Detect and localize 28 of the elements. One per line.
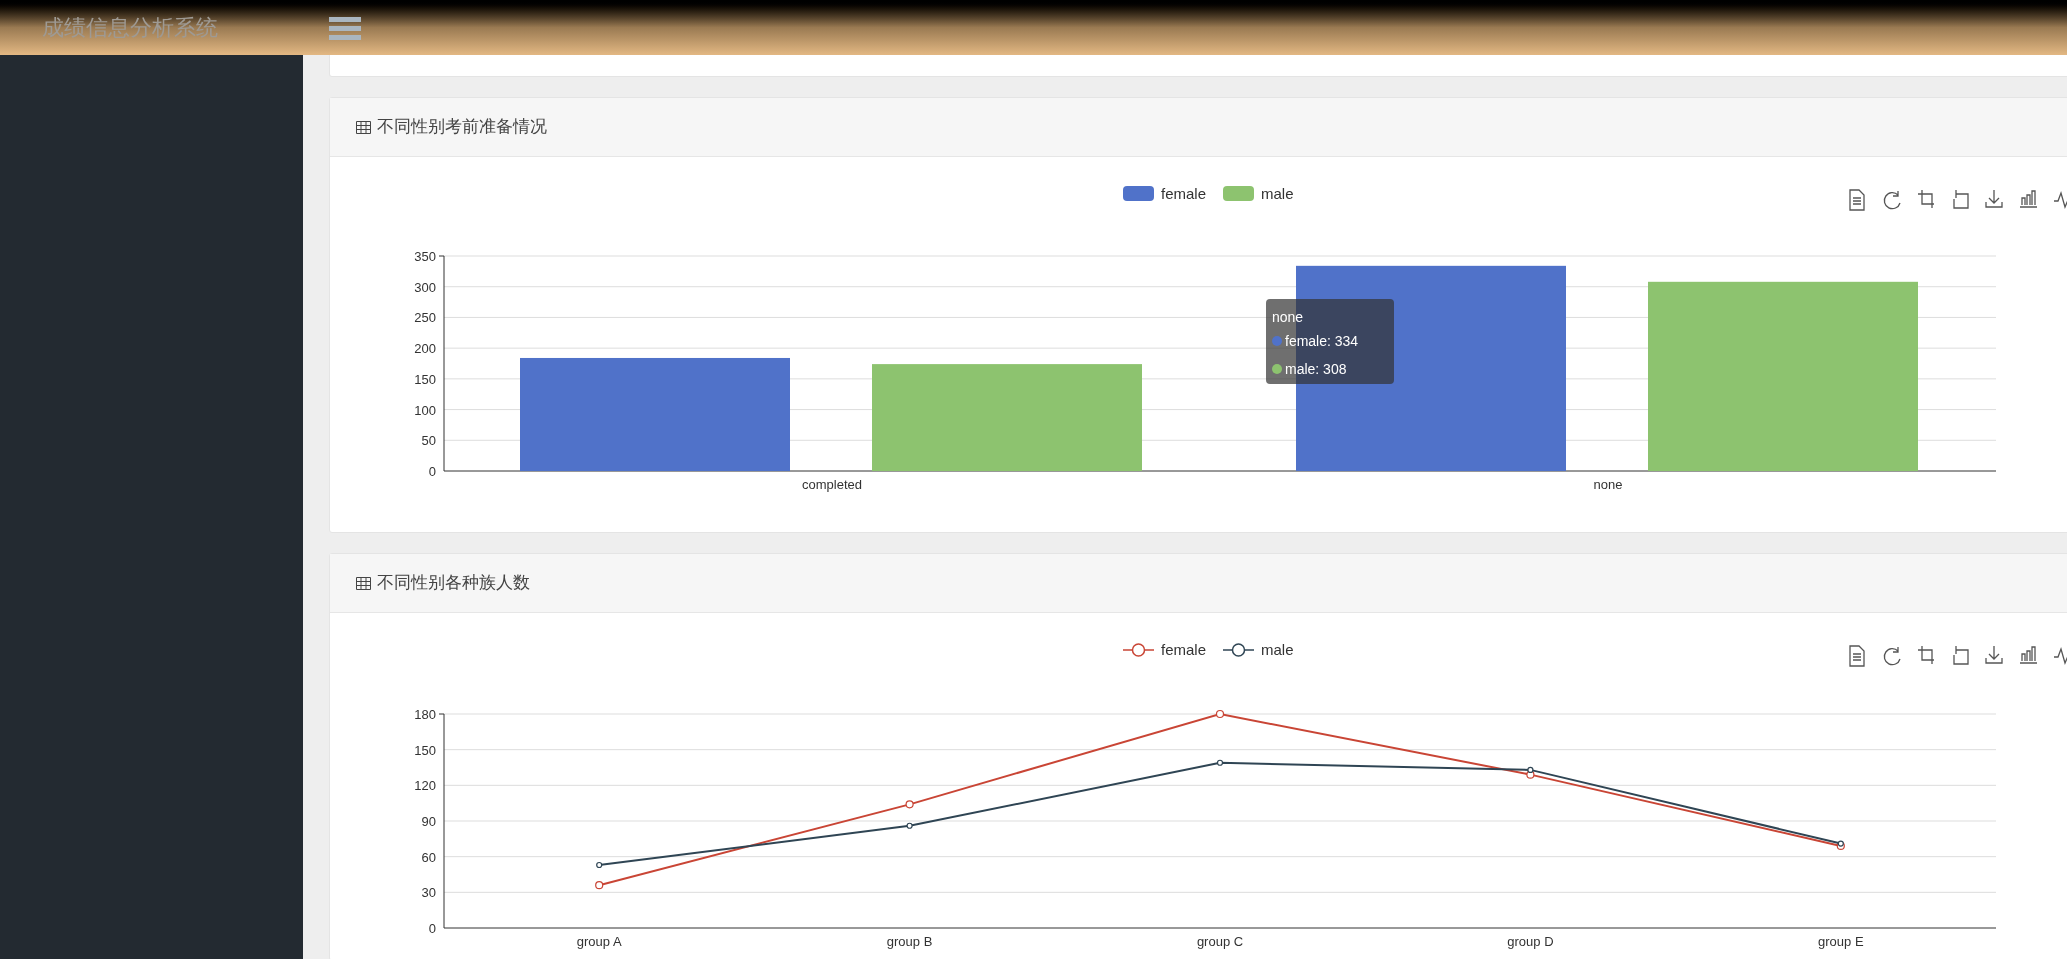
y-tick-label: 0: [428, 921, 436, 936]
x-tick-label: group A: [576, 934, 622, 949]
y-tick-label: 150: [414, 742, 436, 758]
y-tick-label: 30: [421, 885, 436, 901]
y-tick-label: 50: [421, 433, 436, 449]
y-tick-label: 250: [414, 310, 436, 326]
y-tick-label: 180: [414, 707, 436, 722]
y-tick-label: 150: [414, 371, 436, 387]
panel-title: 不同性别各种族人数: [377, 572, 530, 595]
x-tick-label: none: [1593, 477, 1623, 492]
y-tick-label: 120: [414, 778, 436, 794]
app-title: 成绩信息分析系统: [41, 14, 219, 42]
y-tick-label: 90: [421, 814, 436, 829]
y-tick-label: 60: [421, 849, 436, 865]
y-tick-label: 100: [414, 402, 436, 418]
tooltip-title: none: [1272, 309, 1304, 325]
x-tick-label: group D: [1507, 934, 1554, 949]
y-tick-label: 300: [414, 279, 436, 295]
tooltip-line: male: 308: [1285, 361, 1347, 377]
panel-title: 不同性别考前准备情况: [377, 116, 547, 139]
y-tick-label: 0: [428, 464, 436, 479]
x-tick-label: completed: [802, 477, 862, 492]
y-tick-label: 200: [414, 341, 436, 357]
x-tick-label: group C: [1196, 934, 1244, 949]
tooltip-line: female: 334: [1285, 333, 1359, 349]
x-tick-label: group E: [1818, 934, 1864, 949]
y-tick-label: 350: [414, 249, 436, 264]
x-tick-label: group B: [886, 934, 933, 949]
